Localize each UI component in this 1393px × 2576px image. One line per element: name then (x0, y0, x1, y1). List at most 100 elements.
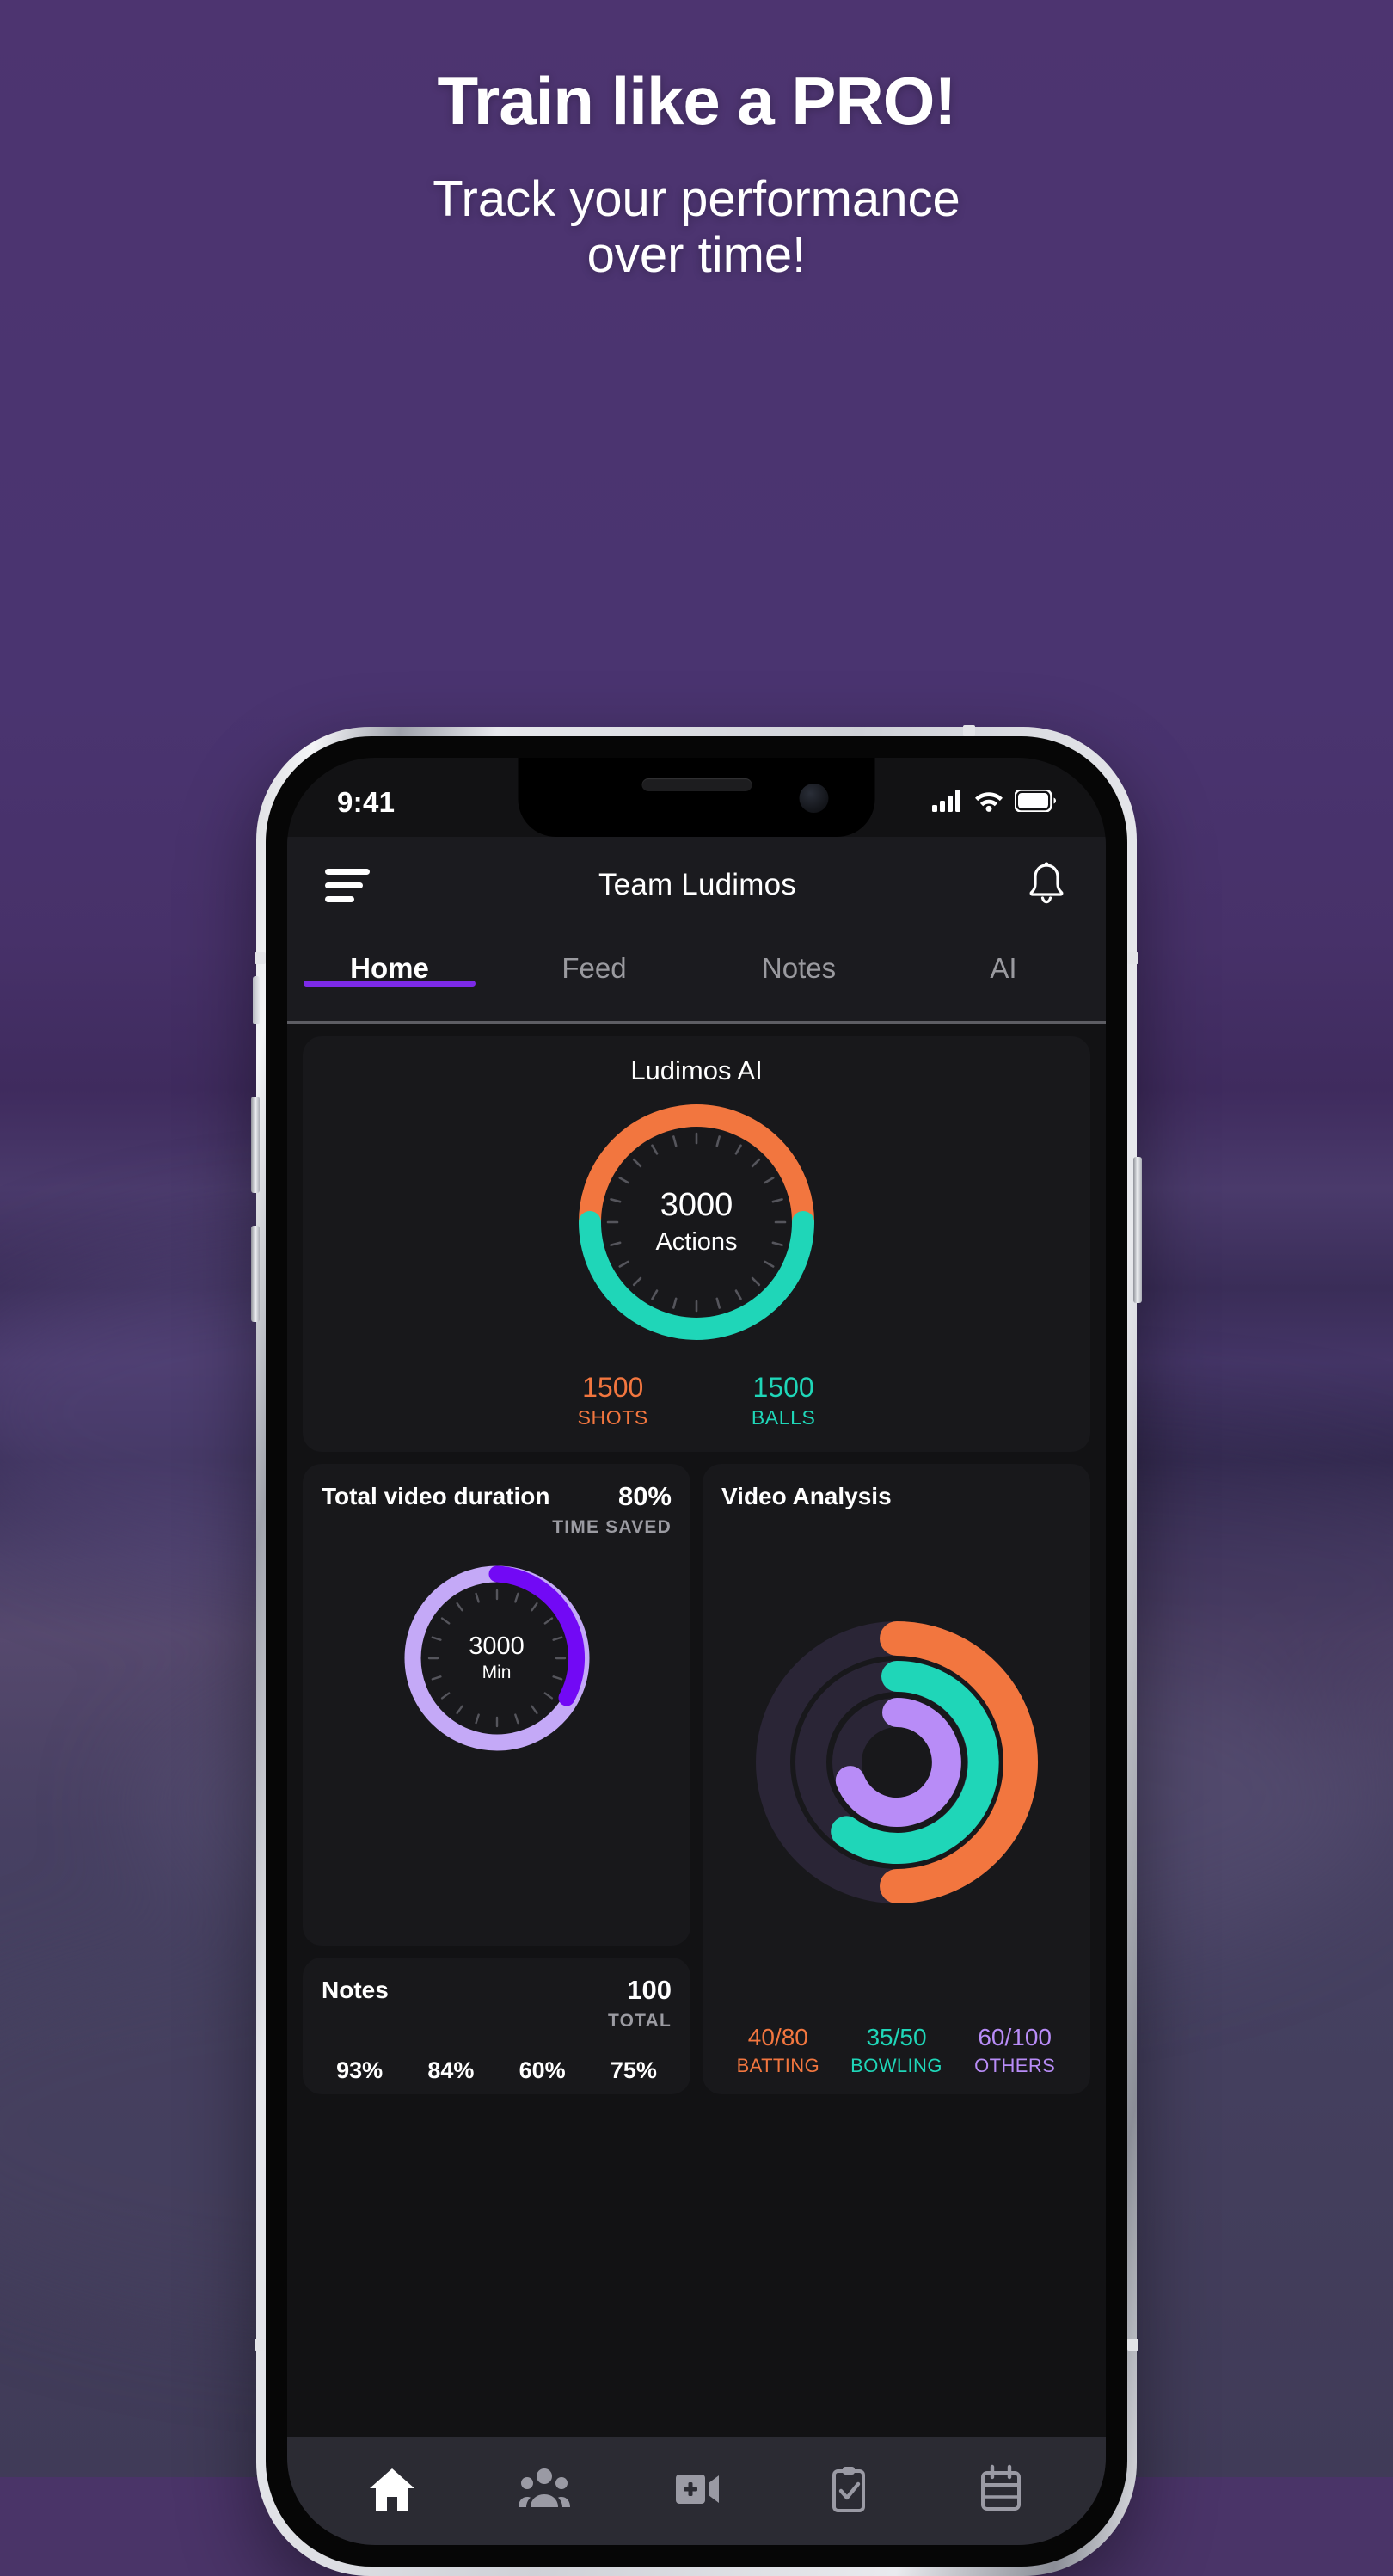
calendar-icon (975, 2464, 1027, 2518)
status-bar-time: 9:41 (337, 786, 396, 818)
nav-item-home[interactable] (358, 2464, 426, 2518)
app-header: Team Ludimos (287, 837, 1106, 933)
time-saved-percent: 80% (617, 1480, 672, 1511)
notes-total-label: TOTAL (607, 2011, 672, 2032)
card-ludimos-ai[interactable]: Ludimos AI 3000 Actions 1500 SHOTS 1500 … (303, 1036, 1090, 1452)
status-bar-icons (932, 788, 1056, 816)
legend-label-balls: BALLS (751, 1405, 816, 1429)
nav-item-tasks[interactable] (814, 2464, 883, 2518)
bar-column: 75% (596, 2057, 672, 2094)
video-analysis-rings-svg (755, 1621, 1038, 1904)
nav-item-video-add[interactable] (662, 2464, 731, 2518)
bell-icon[interactable] (1025, 860, 1068, 911)
actions-total-value: 3000 (660, 1186, 733, 1223)
volume-up-button[interactable] (251, 1097, 260, 1193)
actions-donut-center: 3000 Actions (569, 1095, 824, 1349)
phone-screen: 9:41 Team Ludimos Home Feed Notes AI Lud… (287, 758, 1106, 2545)
power-button[interactable] (1133, 1157, 1142, 1303)
promo-text-block: Train like a PRO! Track your performance… (0, 67, 1393, 284)
time-saved-stat: 80% TIME SAVED (552, 1480, 672, 1539)
dashboard-left-column: Total video duration 80% TIME SAVED 3000… (303, 1463, 690, 2095)
antenna-band (255, 2339, 266, 2351)
card-total-video-duration[interactable]: Total video duration 80% TIME SAVED 3000… (303, 1463, 690, 1946)
actions-total-unit: Actions (655, 1228, 738, 1257)
home-icon (366, 2464, 418, 2518)
legend-label-others: OTHERS (974, 2055, 1056, 2077)
status-bar: 9:41 (287, 758, 1106, 837)
card-title-notes: Notes (322, 1976, 389, 2003)
battery-icon (1014, 788, 1056, 816)
video-analysis-radial-chart (721, 1510, 1071, 2015)
hamburger-menu-icon[interactable] (325, 868, 370, 902)
bar-column: 84% (413, 2057, 488, 2094)
card-header: Total video duration 80% TIME SAVED (322, 1480, 672, 1539)
tab-ai[interactable]: AI (901, 933, 1106, 985)
bottom-navigation-bar (287, 2437, 1106, 2545)
video-analysis-legend: 40/80 BATTING 35/50 BOWLING 60/100 OTHER… (721, 2024, 1071, 2077)
card-title-video-duration: Total video duration (322, 1482, 550, 1509)
bar-percent-label: 60% (519, 2057, 566, 2084)
video-duration-value: 3000 (469, 1632, 525, 1661)
hamburger-line (325, 868, 370, 875)
promo-subheadline-line-1: Track your performance (433, 171, 960, 227)
antenna-band (963, 725, 975, 736)
legend-item-others: 60/100 OTHERS (958, 2024, 1071, 2077)
hamburger-line (325, 882, 363, 888)
promo-headline: Train like a PRO! (437, 63, 957, 138)
legend-label-batting: BATTING (736, 2055, 820, 2077)
promo-subheadline-line-2: over time! (586, 226, 807, 283)
legend-item-shots: 1500 SHOTS (578, 1372, 648, 1429)
video-duration-donut-center: 3000 Min (397, 1559, 597, 1758)
card-header: Notes 100 TOTAL (322, 1974, 672, 2032)
notes-bar-chart: 93% 84% 60% 75% (322, 2057, 672, 2094)
bar-percent-label: 75% (610, 2057, 657, 2084)
cellular-signal-icon (932, 789, 963, 816)
bar-column: 93% (322, 2057, 397, 2094)
legend-value-bowling: 35/50 (866, 2024, 927, 2051)
wifi-icon (974, 790, 1003, 816)
actions-legend: 1500 SHOTS 1500 BALLS (320, 1372, 1073, 1429)
nav-item-calendar[interactable] (967, 2464, 1035, 2518)
tab-bar: Home Feed Notes AI (287, 933, 1106, 1024)
card-title-video-analysis: Video Analysis (721, 1482, 892, 1509)
bar-column: 60% (505, 2057, 580, 2094)
card-notes[interactable]: Notes 100 TOTAL 93% 84% 60% 75% (303, 1957, 690, 2095)
phone-mockup: 9:41 Team Ludimos Home Feed Notes AI Lud… (251, 725, 1142, 2576)
card-video-analysis[interactable]: Video Analysis 40/80 BATTING 35/50 BOWLI… (703, 1463, 1090, 2095)
legend-item-batting: 40/80 BATTING (721, 2024, 835, 2077)
actions-donut-chart: 3000 Actions (320, 1095, 1073, 1349)
video-add-icon (671, 2464, 722, 2518)
video-duration-unit: Min (482, 1663, 512, 1683)
tab-home[interactable]: Home (287, 933, 492, 987)
volume-down-button[interactable] (251, 1226, 260, 1322)
antenna-band (1127, 2339, 1138, 2351)
legend-item-bowling: 35/50 BOWLING (840, 2024, 954, 2077)
phone-bezel: 9:41 Team Ludimos Home Feed Notes AI Lud… (266, 736, 1127, 2567)
legend-value-others: 60/100 (978, 2024, 1052, 2051)
tab-feed[interactable]: Feed (492, 933, 696, 985)
legend-value-batting: 40/80 (747, 2024, 808, 2051)
antenna-band (255, 952, 266, 964)
dashboard-content: Ludimos AI 3000 Actions 1500 SHOTS 1500 … (287, 1024, 1106, 2545)
nav-item-team[interactable] (510, 2464, 579, 2518)
dashboard-right-column: Video Analysis 40/80 BATTING 35/50 BOWLI… (703, 1463, 1090, 2095)
bar-percent-label: 93% (336, 2057, 384, 2084)
legend-value-balls: 1500 (752, 1372, 814, 1403)
notes-total-value: 100 (627, 1974, 672, 2005)
legend-item-balls: 1500 BALLS (752, 1372, 816, 1429)
team-people-icon (519, 2464, 571, 2518)
promo-subheadline: Track your performance over time! (0, 171, 1393, 284)
silent-switch-button[interactable] (253, 976, 260, 1024)
antenna-band (1127, 952, 1138, 964)
legend-label-bowling: BOWLING (850, 2055, 942, 2077)
time-saved-label: TIME SAVED (552, 1517, 672, 1538)
legend-value-shots: 1500 (582, 1372, 644, 1403)
tab-rail (287, 1021, 1106, 1024)
card-title-ludimos-ai: Ludimos AI (630, 1055, 763, 1085)
dashboard-row: Total video duration 80% TIME SAVED 3000… (303, 1463, 1090, 2095)
legend-label-shots: SHOTS (577, 1405, 648, 1429)
clipboard-check-icon (823, 2464, 874, 2518)
tab-notes[interactable]: Notes (696, 933, 901, 985)
video-duration-donut-chart: 3000 Min (322, 1559, 672, 1758)
page-title: Team Ludimos (598, 868, 796, 901)
